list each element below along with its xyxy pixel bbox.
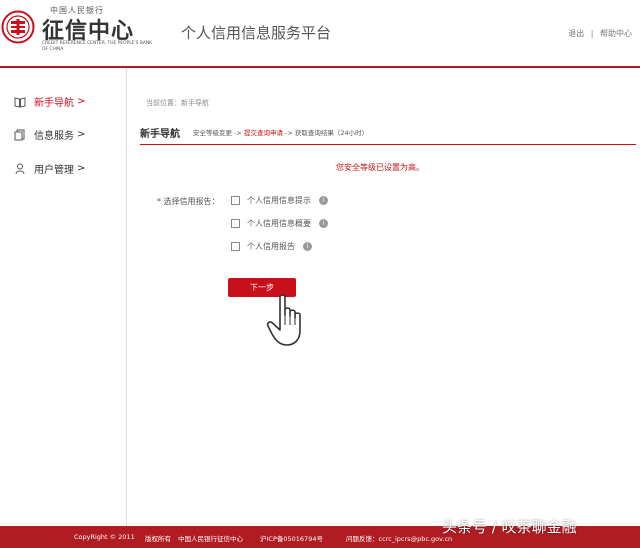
step-arrow: -> (232, 129, 244, 137)
option-credit-info-hint[interactable]: 个人信用信息提示 i (231, 195, 328, 206)
option-label: 个人信用信息概要 (247, 219, 311, 228)
user-icon (15, 163, 25, 174)
sidebar-item-label: 信息服务 (34, 131, 74, 142)
sidebar-item-info-service[interactable]: 信息服务 > (14, 127, 85, 142)
step-2-current: 提交查询申请 (243, 129, 283, 137)
steps-title: 新手导航 (140, 129, 180, 140)
steps-progress: 安全等级变更 -> 提交查询申请 -> 获取查询结果（24小时） (193, 127, 368, 137)
hand-cursor-icon (266, 294, 301, 346)
info-icon[interactable]: i (303, 242, 312, 251)
sidebar-item-label: 用户管理 (34, 165, 74, 176)
option-label: 个人信用报告 (247, 242, 295, 251)
report-select-label: * 选择信用报告： (157, 197, 220, 206)
footer-icp[interactable]: 沪ICP备05016794号 (260, 533, 323, 543)
logout-link[interactable]: 退出 (568, 29, 584, 38)
sidebar-item-newbie-guide[interactable]: 新手导航 > (14, 94, 85, 109)
document-icon (14, 129, 25, 140)
step-arrow: -> (282, 129, 295, 137)
sidebar-item-label: 新手导航 (34, 98, 74, 109)
steps-bar: 新手导航 安全等级变更 -> 提交查询申请 -> 获取查询结果（24小时） (140, 125, 636, 141)
link-separator: | (590, 29, 594, 38)
option-label: 个人信用信息提示 (247, 196, 311, 205)
chevron-right-icon: > (77, 129, 86, 140)
info-icon[interactable]: i (319, 196, 328, 205)
checkbox[interactable] (231, 219, 240, 228)
info-icon[interactable]: i (319, 219, 328, 228)
site-title: 个人信用信息服务平台 (181, 24, 332, 42)
steps-divider (140, 144, 636, 145)
logo-english-text: CREDIT REFERENCE CENTER, THE PEOPLE'S BA… (42, 41, 153, 52)
help-center-link[interactable]: 帮助中心 (600, 29, 632, 38)
pboc-seal-icon (1, 10, 35, 44)
footer-owner: 中国人民银行征信中心 (178, 535, 243, 543)
sidebar-item-user-management[interactable]: 用户管理 > (14, 161, 85, 176)
checkbox[interactable] (231, 196, 240, 205)
option-credit-report[interactable]: 个人信用报告 i (231, 241, 312, 252)
checkbox[interactable] (231, 242, 240, 251)
top-links: 退出 | 帮助中心 (564, 28, 632, 39)
footer-rights: 版权所有 (145, 535, 171, 543)
footer-feedback[interactable]: 问题反馈：ccrc_ipcrs@pbc.gov.cn (346, 533, 452, 543)
watermark-text: 头条号 / 叹茶聊金融 (442, 518, 577, 536)
sidebar: 新手导航 > 信息服务 > 用户管理 > (0, 68, 127, 526)
security-level-notice: 您安全等级已设置为高。 (336, 163, 424, 172)
header: 中国人民银行 征信中心 CREDIT REFERENCE CENTER, THE… (0, 0, 640, 66)
step-1: 安全等级变更 (193, 129, 232, 137)
book-icon (14, 96, 26, 108)
footer-copyright: CopyRight © 2011 (74, 533, 135, 541)
step-3: 获取查询结果（24小时） (294, 129, 369, 137)
option-credit-info-summary[interactable]: 个人信用信息概要 i (231, 218, 328, 229)
breadcrumb: 当前位置：新手导航 (146, 99, 209, 107)
chevron-right-icon: > (77, 163, 86, 174)
chevron-right-icon: > (77, 96, 86, 107)
